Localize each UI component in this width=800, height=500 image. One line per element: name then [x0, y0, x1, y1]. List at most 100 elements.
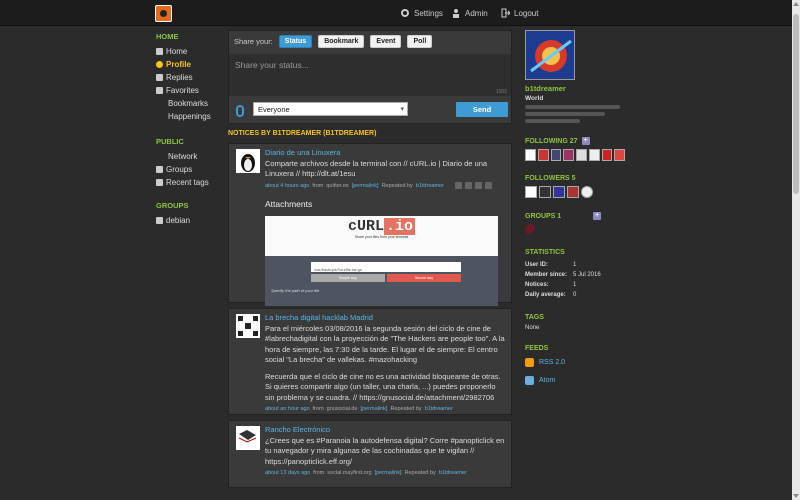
send-button[interactable]: Send — [456, 102, 508, 117]
public-heading: PUBLIC — [156, 137, 184, 146]
notice-permalink[interactable]: [permalink] — [352, 181, 379, 192]
delete-icon[interactable] — [474, 182, 482, 190]
notice-repeater[interactable]: b1tdreamer — [416, 181, 444, 192]
tab-event[interactable]: Event — [370, 34, 402, 48]
avatar[interactable] — [539, 186, 551, 198]
user-icon — [156, 61, 163, 68]
nav-happenings[interactable]: Happenings — [156, 110, 220, 123]
hacklab-logo-icon — [238, 316, 258, 336]
nav-recent-tags[interactable]: Recent tags — [156, 176, 220, 189]
groups-heading: GROUPS — [156, 201, 189, 210]
avatar[interactable] — [236, 149, 260, 173]
logout-label: Logout — [514, 8, 539, 18]
nav-home[interactable]: Home — [156, 45, 220, 58]
rss-icon — [525, 357, 534, 367]
avatar[interactable] — [576, 149, 587, 161]
avatar[interactable] — [236, 314, 260, 338]
nav-replies[interactable]: Replies — [156, 71, 220, 84]
avatar[interactable] — [550, 149, 562, 161]
notice-author[interactable]: Diario de una Linuxera — [265, 148, 505, 159]
notice-repeater[interactable]: b1tdreamer — [439, 468, 467, 479]
avatar[interactable] — [525, 149, 536, 161]
nav-network-label: Network — [168, 152, 198, 161]
page-scrollbar[interactable] — [792, 0, 800, 500]
home-heading: HOME — [156, 32, 179, 41]
notice-repeater[interactable]: b1tdreamer — [425, 404, 453, 415]
scroll-thumb[interactable] — [793, 14, 799, 194]
notice-time[interactable]: about 13 days ago — [265, 468, 310, 479]
tab-poll[interactable]: Poll — [407, 34, 433, 48]
site-logo[interactable] — [155, 5, 172, 22]
attach-icon[interactable] — [236, 105, 244, 117]
following-list — [525, 149, 625, 161]
notice-item: La brecha digital hacklab Madrid Para el… — [228, 308, 512, 415]
notice-repeated-label: Repeated by — [381, 182, 413, 189]
notice-text-2: Recuerda que el ciclo de cine no es una … — [265, 371, 501, 402]
notice-permalink[interactable]: [permalink] — [361, 404, 388, 415]
repeat-icon[interactable] — [464, 182, 472, 190]
curl-hint: Specify the path of your file — [271, 287, 320, 293]
scope-select[interactable]: Everyone ▾ — [253, 102, 408, 116]
profile-bio-line — [525, 119, 580, 123]
profile-avatar[interactable] — [525, 30, 575, 80]
notice-source[interactable]: social.mayfirst.org — [327, 468, 371, 479]
rancho-logo-icon — [238, 430, 257, 443]
avatar[interactable] — [537, 149, 549, 161]
notice-text: Comparte archivos desde la terminal con … — [265, 158, 488, 179]
avatar[interactable] — [588, 149, 600, 161]
plus-icon[interactable]: + — [581, 137, 590, 145]
share-bar: Share your: Status Bookmark Event Poll — [229, 31, 511, 51]
notice-author[interactable]: Rancho Electrónico — [265, 425, 505, 436]
stat-value: 1 — [573, 262, 577, 268]
avatar[interactable] — [601, 149, 613, 161]
stat-key: User ID: — [525, 262, 549, 268]
profile-sidebar: b1tdreamer World FOLLOWING 27 + FOLLOWERS… — [525, 30, 625, 386]
nav-groups[interactable]: Groups — [156, 163, 220, 176]
feed-atom[interactable]: Atom — [525, 374, 625, 386]
nav-bookmarks[interactable]: Bookmarks — [156, 97, 220, 110]
avatar[interactable] — [567, 186, 579, 198]
settings-link[interactable]: Settings — [400, 8, 443, 18]
avatar[interactable] — [614, 149, 625, 161]
profile-nickname[interactable]: b1tdreamer — [525, 84, 625, 93]
nav-group-debian[interactable]: debian — [156, 214, 220, 227]
avatar[interactable] — [236, 426, 260, 450]
notice-permalink[interactable]: [permalink] — [375, 468, 402, 479]
debian-swirl-icon[interactable]: @ — [525, 224, 535, 235]
plus-icon[interactable]: + — [593, 212, 602, 220]
feed-rss[interactable]: RSS 2.0 — [525, 356, 625, 368]
avatar[interactable] — [581, 186, 593, 198]
logout-link[interactable]: Logout — [500, 8, 538, 18]
profile-location: World — [525, 95, 544, 102]
stat-row: Member since: 5 Jul 2016 — [525, 270, 625, 280]
avatar[interactable] — [525, 186, 537, 198]
favorite-icon[interactable] — [484, 182, 492, 190]
status-input[interactable]: Share your status... 1000 — [229, 54, 511, 96]
notice-source[interactable]: quitter.es — [326, 181, 348, 192]
avatar[interactable] — [563, 149, 574, 161]
groups-icon — [156, 217, 163, 224]
notice-time[interactable]: about an hour ago — [265, 404, 310, 415]
notice-meta: about an hour ago from gnusocial.de [per… — [265, 404, 505, 415]
scroll-down-icon[interactable] — [793, 494, 799, 498]
groups-icon — [156, 166, 163, 173]
reply-icon[interactable] — [454, 182, 462, 190]
scroll-up-icon[interactable] — [793, 2, 799, 6]
tab-bookmark[interactable]: Bookmark — [318, 34, 365, 48]
tab-status[interactable]: Status — [278, 34, 313, 48]
home-icon — [156, 48, 163, 55]
admin-link[interactable]: Admin — [451, 8, 488, 18]
notice-text: Para el miércoles 03/08/2016 la segunda … — [265, 323, 505, 365]
attachment-thumbnail[interactable]: cURL .io Share your files from your termi… — [265, 215, 498, 306]
nav-profile[interactable]: Profile — [156, 58, 220, 71]
notice-source[interactable]: gnusocial.de — [327, 404, 358, 415]
nav-network[interactable]: Network — [156, 150, 220, 163]
notice-time[interactable]: about 4 hours ago — [265, 181, 309, 192]
avatar[interactable] — [553, 186, 565, 198]
left-nav: HOME Home Profile Replies Favorites Book… — [156, 32, 220, 227]
stat-key: Daily average: — [525, 292, 566, 298]
notice-author[interactable]: La brecha digital hacklab Madrid — [265, 313, 505, 324]
groups-list: @ — [525, 224, 625, 235]
nav-favorites[interactable]: Favorites — [156, 84, 220, 97]
nav-groups-label: Groups — [166, 165, 193, 174]
